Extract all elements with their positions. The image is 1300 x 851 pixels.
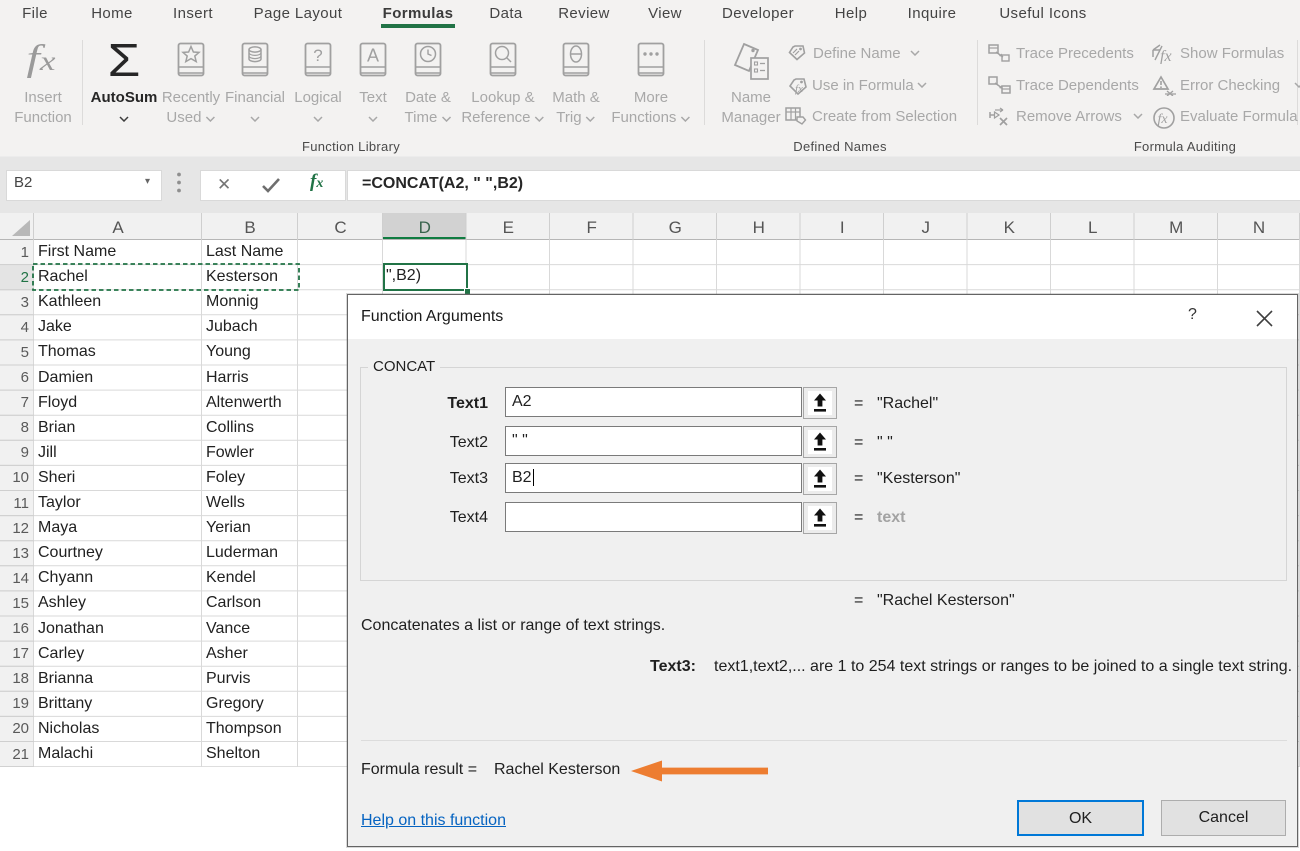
svg-text:?: ?: [313, 46, 322, 65]
svg-text:fx: fx: [795, 83, 803, 95]
svg-text:A: A: [367, 46, 379, 66]
svg-text:fx: fx: [1158, 112, 1169, 127]
svg-text:fx: fx: [1160, 48, 1172, 64]
